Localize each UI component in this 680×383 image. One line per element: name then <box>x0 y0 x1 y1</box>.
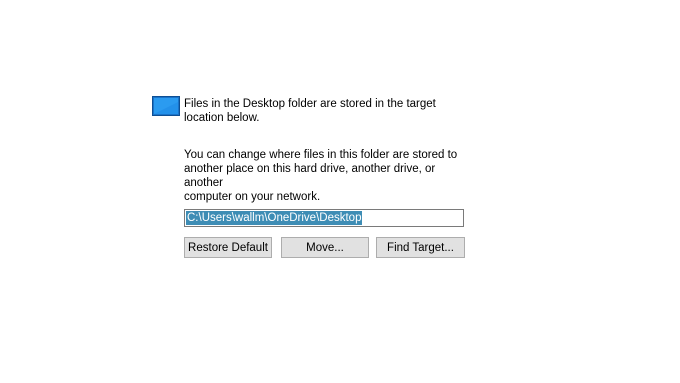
find-target-button[interactable]: Find Target... <box>376 237 465 258</box>
move-button[interactable]: Move... <box>281 237 369 258</box>
desktop-folder-icon <box>152 96 180 116</box>
detail-text: You can change where files in this folde… <box>184 149 458 203</box>
target-path-value: C:\Users\wallm\OneDrive\Desktop <box>186 211 363 225</box>
restore-default-button[interactable]: Restore Default <box>184 237 272 258</box>
intro-text: Files in the Desktop folder are stored i… <box>184 98 436 124</box>
find-target-label: Find Target... <box>387 241 454 254</box>
restore-default-label: Restore Default <box>188 241 268 254</box>
move-label: Move... <box>306 241 344 254</box>
target-path-input[interactable]: C:\Users\wallm\OneDrive\Desktop <box>184 209 464 227</box>
location-tab-panel: Files in the Desktop folder are stored i… <box>0 0 680 383</box>
